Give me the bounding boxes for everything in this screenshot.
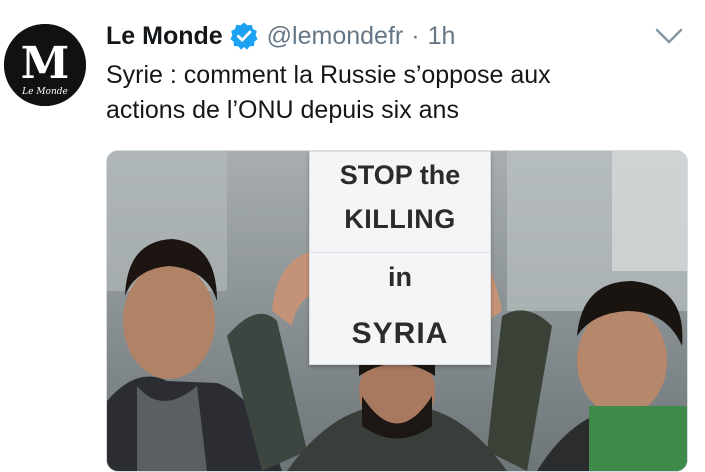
logo-letter: M bbox=[21, 38, 70, 89]
tweet-timestamp[interactable]: 1h bbox=[428, 22, 456, 51]
logo-text: Le Monde bbox=[21, 87, 68, 97]
verified-badge-icon bbox=[230, 22, 258, 50]
sign-text: SYRIA bbox=[351, 317, 449, 350]
media-photo[interactable]: STOP the KILLING in SYRIA bbox=[106, 150, 688, 472]
sign-text: in bbox=[388, 262, 412, 292]
display-name[interactable]: Le Monde bbox=[106, 22, 223, 51]
sign-fold bbox=[310, 252, 490, 253]
tweet-header: Le Monde @lemondefr · 1h bbox=[106, 18, 455, 54]
tweet[interactable]: M Le Monde Le Monde @lemondefr · 1h Syri… bbox=[0, 0, 705, 472]
avatar[interactable]: M Le Monde bbox=[4, 24, 86, 106]
user-handle[interactable]: @lemondefr bbox=[267, 22, 404, 51]
tweet-text: Syrie : comment la Russie s’oppose aux a… bbox=[106, 58, 666, 128]
protest-sign: STOP the KILLING in SYRIA bbox=[309, 151, 491, 365]
le-monde-logo-icon: M Le Monde bbox=[4, 24, 86, 106]
tweet-text-line: Syrie : comment la Russie s’oppose aux bbox=[106, 61, 551, 89]
sign-text: STOP the bbox=[339, 160, 461, 190]
separator-dot: · bbox=[411, 21, 420, 50]
tweet-text-line: actions de l’ONU depuis six ans bbox=[106, 96, 459, 124]
chevron-down-icon[interactable] bbox=[652, 22, 686, 50]
sign-text: KILLING bbox=[344, 204, 456, 234]
